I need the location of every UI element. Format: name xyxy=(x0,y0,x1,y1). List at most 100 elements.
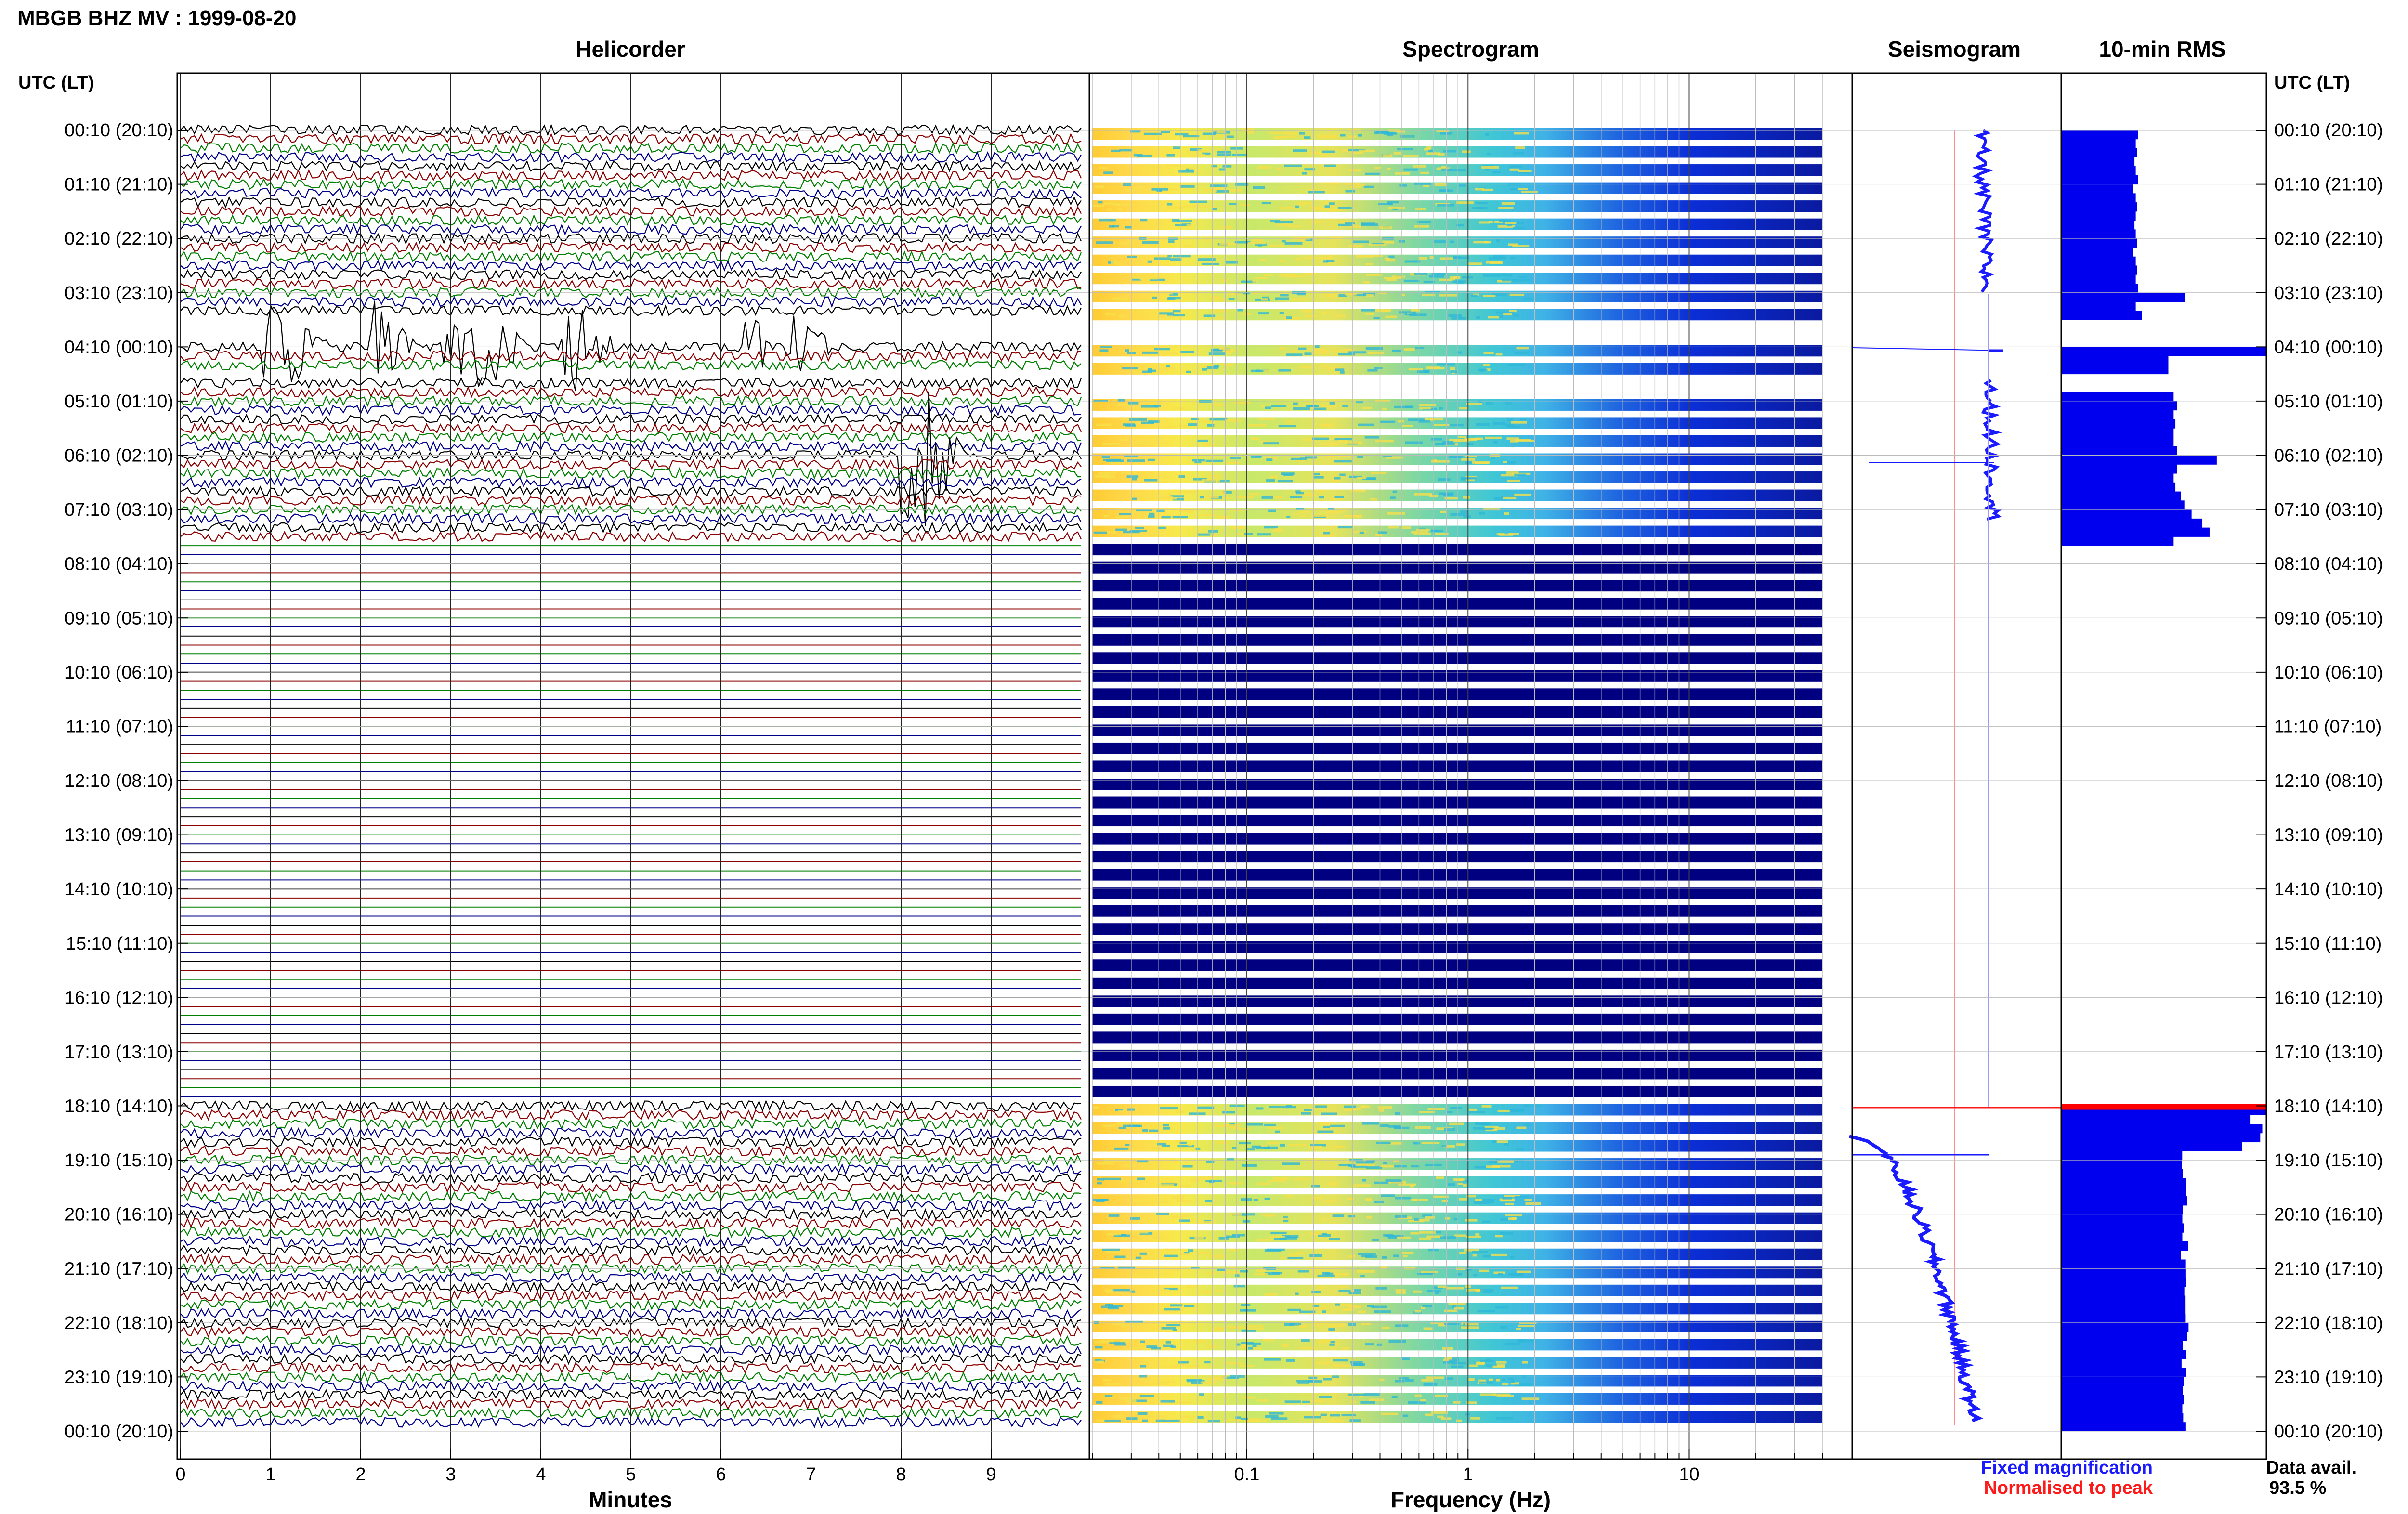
spectrogram-speckle xyxy=(1278,425,1296,428)
rms-bar xyxy=(2062,1214,2183,1224)
spectrogram-speckle xyxy=(1157,315,1173,318)
spectrogram-speckle xyxy=(1475,1199,1483,1201)
rms-bar xyxy=(2062,1368,2186,1377)
spectrogram-speckle xyxy=(1302,172,1307,175)
spectrogram-speckle xyxy=(1395,1112,1400,1115)
spectrogram-speckle xyxy=(1103,443,1120,445)
spectrogram-speckle xyxy=(1293,1178,1309,1181)
spectrogram-speckle xyxy=(1217,148,1222,151)
spectrogram-speckle xyxy=(1160,1107,1178,1110)
spectrogram-speckle xyxy=(1237,309,1243,312)
spectrogram-speckle xyxy=(1385,1179,1402,1182)
spectrogram-speckle xyxy=(1201,1381,1216,1384)
spectrogram-speckle xyxy=(1108,1214,1120,1217)
spectrogram-speckle xyxy=(1154,257,1171,260)
spectrogram-speckle xyxy=(1446,1111,1453,1114)
spectrogram-speckle xyxy=(1163,1344,1174,1347)
spectrogram-speckle xyxy=(1463,496,1470,499)
spectrogram-speckle xyxy=(1454,1234,1466,1237)
spectrogram-speckle xyxy=(1516,1126,1527,1129)
spectrogram-speckle xyxy=(1333,1359,1348,1362)
spectrogram-speckle xyxy=(1105,476,1115,479)
spectrogram-speckle xyxy=(1316,1325,1323,1328)
spectrogram-speckle xyxy=(1387,202,1392,205)
spectrogram-speckle xyxy=(1093,1106,1099,1109)
spectrogram-speckle xyxy=(1166,493,1171,496)
spectrogram-speckle xyxy=(1434,183,1447,186)
spectrogram-speckle xyxy=(1305,456,1317,459)
spectrogram-speckle xyxy=(1492,1140,1497,1143)
spectrogram-speckle xyxy=(1310,1399,1324,1402)
spectrogram-speckle xyxy=(1308,1146,1322,1149)
rms-bar xyxy=(2062,1305,2186,1314)
spectrogram-speckle xyxy=(1118,1126,1126,1129)
spectrogram-speckle xyxy=(1450,513,1467,516)
rms-bar xyxy=(2062,1124,2263,1134)
spectrogram-speckle xyxy=(1225,261,1238,264)
spectrogram-speckle xyxy=(1137,1177,1145,1180)
helicorder-tick-label: 7 xyxy=(806,1464,816,1485)
spectrogram-speckle xyxy=(1180,1110,1185,1113)
spectrogram-speckle xyxy=(1149,512,1155,515)
spectrogram-speckle xyxy=(1324,454,1338,457)
spectrogram-speckle xyxy=(1246,131,1254,134)
spectrogram-speckle xyxy=(1444,1217,1450,1220)
rms-bar xyxy=(2062,1196,2187,1206)
spectrogram-speckle xyxy=(1176,1200,1192,1202)
spectrogram-speckle xyxy=(1445,1287,1464,1290)
spectrogram-speckle xyxy=(1388,1340,1406,1343)
spectrogram-speckle xyxy=(1521,1397,1540,1400)
spectrogram-speckle xyxy=(1408,1401,1426,1404)
spectrogram-speckle xyxy=(1404,260,1421,263)
spectrogram-speckle xyxy=(1100,1340,1114,1343)
spectrogram-speckle xyxy=(1430,367,1445,370)
rms-bar xyxy=(2062,1133,2261,1143)
spectrogram-speckle xyxy=(1188,1144,1192,1147)
spectrogram-speckle xyxy=(1320,1413,1327,1416)
spectrogram-speckle xyxy=(1229,1249,1239,1252)
spectrogram-speckle xyxy=(1323,1378,1332,1381)
spectrogram-speckle xyxy=(1437,1285,1448,1288)
spectrogram-speckle xyxy=(1357,1270,1375,1273)
spectrogram-speckle xyxy=(1509,165,1522,168)
spectrogram-image xyxy=(1092,128,1822,1423)
spectrogram-speckle xyxy=(1516,347,1529,350)
spectrogram-speckle xyxy=(1510,1256,1515,1259)
spectrogram-speckle xyxy=(1359,531,1365,534)
spectrogram-speckle xyxy=(1298,1325,1308,1328)
time-label-right: 03:10 (23:10) xyxy=(2274,283,2383,303)
spectrogram-speckle xyxy=(1134,1200,1150,1202)
spectrogram-speckle xyxy=(1488,316,1500,319)
spectrogram-speckle xyxy=(1246,1123,1263,1126)
spectrogram-speckle xyxy=(1201,513,1216,516)
spectrogram-speckle xyxy=(1471,294,1478,297)
spectrogram-speckle xyxy=(1256,1182,1270,1185)
spectrogram-speckle xyxy=(1132,370,1141,373)
time-label-right: 08:10 (04:10) xyxy=(2274,554,2383,574)
spectrogram-speckle xyxy=(1193,1178,1211,1181)
spectrogram-speckle xyxy=(1103,1124,1116,1127)
spectrogram-speckle xyxy=(1516,1270,1531,1273)
spectrogram-speckle xyxy=(1419,1110,1435,1113)
spectrogram-speckle xyxy=(1222,1124,1241,1127)
rms-bar xyxy=(2062,1377,2185,1386)
spectrogram-speckle xyxy=(1502,1383,1509,1385)
spectrogram-speckle xyxy=(1289,1323,1301,1326)
spectrogram-speckle xyxy=(1514,493,1532,496)
spectrogram-speckle xyxy=(1385,259,1396,262)
spectrogram-speckle xyxy=(1235,1274,1240,1277)
spectrogram-speckle xyxy=(1214,1327,1223,1330)
spectrogram-speckle xyxy=(1332,1214,1345,1217)
seismogram-trace xyxy=(1971,129,1995,293)
spectrogram-band xyxy=(1092,851,1822,863)
spectrogram-speckle xyxy=(1497,1160,1514,1163)
spectrogram-speckle xyxy=(1311,1306,1327,1309)
spectrogram-speckle xyxy=(1505,1202,1514,1205)
spectrogram-speckle xyxy=(1253,276,1268,279)
spectrogram-speckle xyxy=(1353,1184,1371,1187)
spectrogram-speckle xyxy=(1330,1124,1345,1127)
spectrogram-speckle xyxy=(1383,1162,1387,1164)
spectrogram-speckle xyxy=(1130,187,1141,190)
spectrogram-speckle xyxy=(1097,201,1103,204)
spectrogram-speckle xyxy=(1366,477,1376,480)
